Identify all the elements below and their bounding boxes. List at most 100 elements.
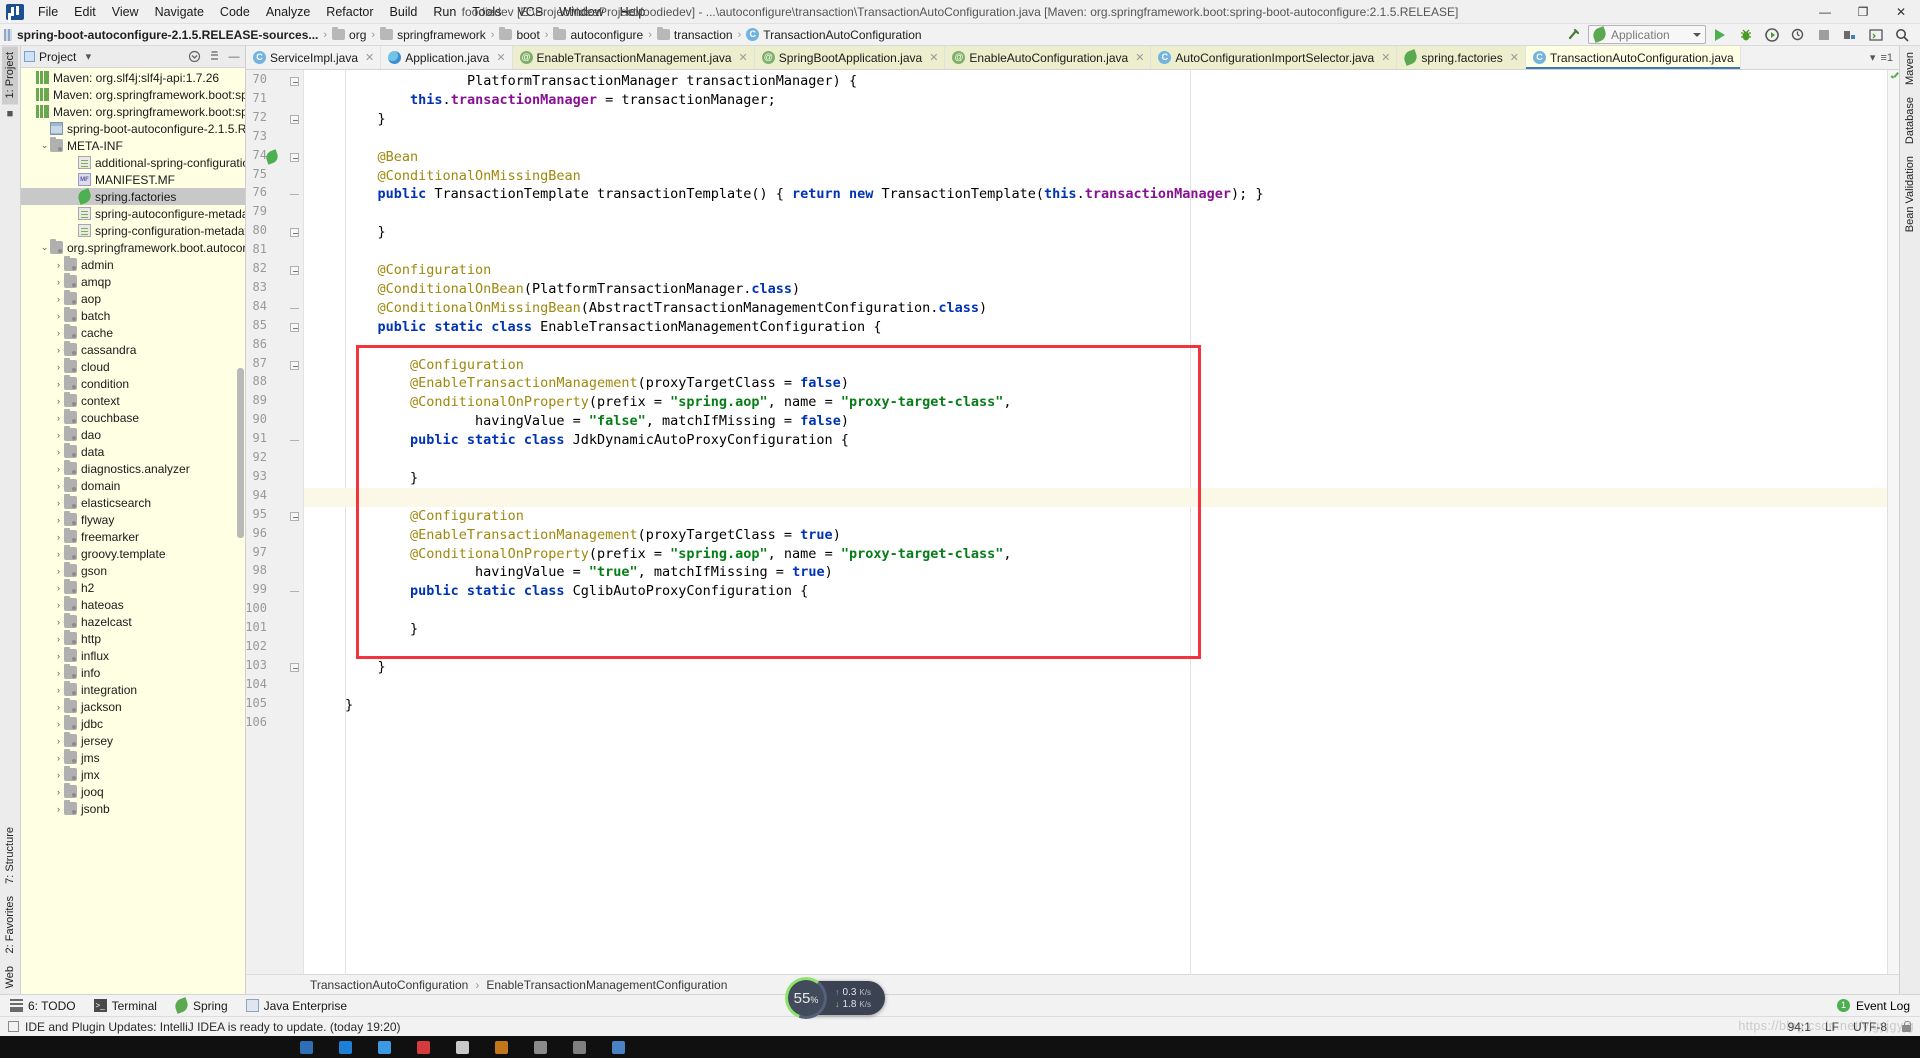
tree-item[interactable]: › amqp — [21, 273, 245, 290]
menu-item-window[interactable]: Window — [551, 3, 611, 21]
tree-twisty-icon[interactable]: › — [53, 736, 64, 746]
line-separator[interactable]: LF — [1825, 1020, 1839, 1034]
tree-item[interactable]: › cache — [21, 324, 245, 341]
tree-twisty-icon[interactable]: › — [53, 345, 64, 355]
editor-gutter[interactable]: 70 71 72 73 74 75 76 79 80 81 82 83 84 85 86 87 88 89 90 91… — [245, 70, 304, 974]
tree-item[interactable]: spring.factories — [21, 188, 245, 205]
code-line[interactable]: @ConditionalOnProperty(prefix = "spring.… — [304, 393, 1887, 412]
breadcrumb-item[interactable]: transaction — [656, 27, 733, 42]
tree-twisty-icon[interactable]: › — [53, 294, 64, 304]
code-fold-toggle[interactable] — [290, 152, 299, 162]
terminal-button[interactable] — [1864, 25, 1888, 45]
editor-tab[interactable]: Application.java ✕ — [381, 46, 513, 69]
menu-item-refactor[interactable]: Refactor — [318, 3, 381, 21]
breadcrumb-item[interactable]: C TransactionAutoConfiguration — [746, 28, 922, 42]
tree-twisty-icon[interactable]: › — [53, 379, 64, 389]
tree-item[interactable]: spring-autoconfigure-metadata.prop — [21, 205, 245, 222]
build-hammer-icon[interactable] — [1562, 25, 1586, 45]
tree-twisty-icon[interactable]: › — [53, 260, 64, 270]
code-line[interactable] — [304, 204, 1887, 223]
event-log-area[interactable]: 1 Event Log — [1836, 999, 1910, 1013]
tree-twisty-icon[interactable]: › — [53, 600, 64, 610]
tree-item[interactable]: › http — [21, 630, 245, 647]
taskbar-app-icon[interactable] — [456, 1040, 469, 1054]
code-line[interactable]: public static class JdkDynamicAutoProxyC… — [304, 431, 1887, 450]
code-line[interactable]: this.transactionManager = transactionMan… — [304, 91, 1887, 110]
lock-icon[interactable] — [1901, 1020, 1912, 1033]
tree-item[interactable]: › jdbc — [21, 715, 245, 732]
sidebar-tab-web[interactable]: Web — [2, 960, 18, 994]
debug-button[interactable] — [1734, 25, 1758, 45]
code-line[interactable]: @Configuration — [304, 507, 1887, 526]
menu-item-help[interactable]: Help — [612, 3, 654, 21]
hide-panel-button[interactable]: — — [226, 49, 242, 65]
code-line[interactable]: @Configuration — [304, 261, 1887, 280]
code-line[interactable] — [304, 242, 1887, 261]
tree-twisty-icon[interactable]: › — [53, 532, 64, 542]
tree-item[interactable]: spring-boot-autoconfigure-2.1.5.RELEASE.… — [21, 120, 245, 137]
tree-item[interactable]: › batch — [21, 307, 245, 324]
tree-twisty-icon[interactable]: › — [53, 702, 64, 712]
code-line[interactable]: } — [304, 110, 1887, 129]
tree-item[interactable]: › diagnostics.analyzer — [21, 460, 245, 477]
close-tab-icon[interactable]: ✕ — [1510, 51, 1519, 64]
code-line[interactable]: } — [304, 658, 1887, 677]
code-fold-toggle[interactable] — [290, 266, 299, 275]
code-line[interactable]: } — [304, 696, 1887, 715]
taskbar-app-icon[interactable] — [495, 1040, 508, 1054]
code-line[interactable] — [304, 129, 1887, 148]
event-log-label[interactable]: Event Log — [1856, 999, 1910, 1013]
tree-item[interactable]: › context — [21, 392, 245, 409]
code-line[interactable]: public static class CglibAutoProxyConfig… — [304, 582, 1887, 601]
tree-item[interactable]: › jersey — [21, 732, 245, 749]
breadcrumb-item[interactable]: spring-boot-autoconfigure-2.1.5.RELEASE-… — [4, 28, 318, 42]
tree-item[interactable]: › freemarker — [21, 528, 245, 545]
editor-tab[interactable]: C TransactionAutoConfiguration.java — [1526, 46, 1741, 69]
tree-item[interactable]: additional-spring-configuration-met — [21, 154, 245, 171]
code-line[interactable]: @Bean — [304, 148, 1887, 167]
code-line[interactable] — [304, 601, 1887, 620]
tree-item[interactable]: › integration — [21, 681, 245, 698]
run-with-coverage-button[interactable] — [1760, 25, 1784, 45]
close-tab-icon[interactable]: ✕ — [365, 51, 374, 64]
menu-item-code[interactable]: Code — [212, 3, 258, 21]
tree-twisty-icon[interactable]: › — [53, 362, 64, 372]
code-line[interactable]: @EnableTransactionManagement(proxyTarget… — [304, 526, 1887, 545]
tree-twisty-icon[interactable]: › — [53, 481, 64, 491]
menu-item-analyze[interactable]: Analyze — [258, 3, 318, 21]
sidebar-tab-favorites[interactable]: 2: Favorites — [2, 890, 18, 959]
taskbar-app-icon[interactable] — [417, 1040, 430, 1054]
editor-marker-bar[interactable] — [1887, 70, 1899, 974]
tree-item[interactable]: › dao — [21, 426, 245, 443]
breadcrumb-item[interactable]: autoconfigure — [553, 27, 643, 42]
tree-twisty-icon[interactable]: › — [53, 549, 64, 559]
code-line[interactable] — [304, 639, 1887, 658]
editor-tab[interactable]: C AutoConfigurationImportSelector.java ✕ — [1151, 46, 1398, 69]
tree-twisty-icon[interactable]: › — [53, 396, 64, 406]
code-line[interactable]: } — [304, 620, 1887, 639]
tree-twisty-icon[interactable]: › — [53, 583, 64, 593]
tree-item[interactable]: Maven: org.springframework.boot:spring-b… — [21, 103, 245, 120]
chevron-down-icon[interactable]: ▾ — [80, 49, 96, 65]
bottom-tool-6-todo[interactable]: 6: TODO — [10, 999, 76, 1013]
close-tab-icon[interactable]: ✕ — [929, 51, 938, 64]
editor-tab[interactable]: spring.factories ✕ — [1397, 46, 1527, 69]
tab-list-icon[interactable]: ≡1 — [1880, 52, 1893, 64]
code-editor[interactable]: ___PlatformTransactionManager transactio… — [304, 70, 1887, 974]
tree-item[interactable]: › groovy.template — [21, 545, 245, 562]
build-project-button[interactable] — [1838, 25, 1862, 45]
tree-twisty-icon[interactable]: › — [53, 651, 64, 661]
tree-twisty-icon[interactable]: › — [53, 617, 64, 627]
code-line[interactable]: ___PlatformTransactionManager transactio… — [304, 72, 1887, 91]
maximize-button[interactable]: ❐ — [1844, 0, 1882, 23]
breadcrumb-item[interactable]: springframework — [380, 27, 486, 42]
code-fold-toggle[interactable] — [290, 228, 299, 238]
taskbar-app-icon[interactable] — [378, 1040, 391, 1054]
search-everywhere-icon[interactable] — [1890, 25, 1914, 45]
tree-item[interactable]: Maven: org.springframework.boot:spring-b… — [21, 86, 245, 103]
sidebar-tab-project[interactable]: 1: Project — [2, 46, 18, 105]
tree-twisty-icon[interactable]: › — [53, 515, 64, 525]
tree-twisty-icon[interactable]: › — [53, 430, 64, 440]
code-fold-toggle[interactable] — [290, 114, 299, 124]
code-line[interactable] — [304, 488, 1887, 507]
